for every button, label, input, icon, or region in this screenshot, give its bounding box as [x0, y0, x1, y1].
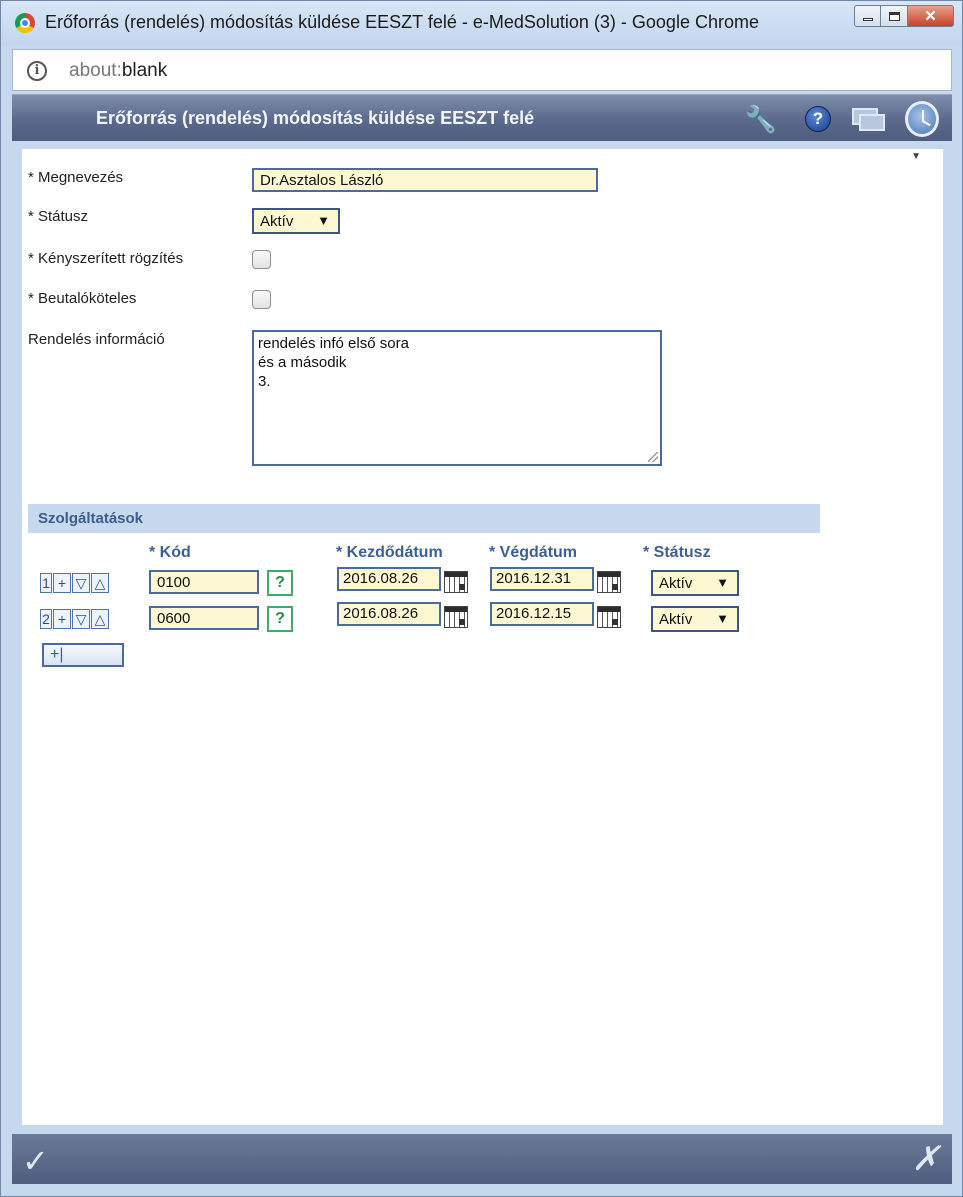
row-status-select[interactable]: Aktív ▼	[651, 606, 739, 632]
info-textarea[interactable]: rendelés infó első sora és a második 3.	[252, 330, 662, 466]
add-row-icon[interactable]: +	[53, 609, 71, 629]
code-column-header: * Kód	[149, 544, 191, 561]
maximize-button[interactable]	[881, 5, 908, 27]
dialog-title: Erőforrás (rendelés) módosítás küldése E…	[96, 108, 535, 128]
collapse-arrow-icon[interactable]: ▼	[911, 151, 921, 162]
code-help-button[interactable]: ?	[267, 570, 293, 596]
window-title: Erőforrás (rendelés) módosítás küldése E…	[45, 12, 759, 32]
row-number: 1	[40, 573, 52, 593]
add-service-button[interactable]: +|	[42, 643, 124, 667]
move-down-icon[interactable]: ▽	[72, 573, 90, 593]
title-bar: Erőforrás (rendelés) módosítás küldése E…	[1, 1, 962, 45]
start-date-input[interactable]: 2016.08.26	[337, 567, 441, 591]
url-path: blank	[121, 60, 168, 81]
dropdown-caret-icon: ▼	[716, 611, 729, 626]
referral-checkbox[interactable]	[252, 290, 271, 309]
dialog-footer: ✓ ✗	[12, 1134, 952, 1184]
info-line: rendelés infó első sora	[258, 335, 409, 352]
windows-icon[interactable]	[850, 103, 885, 135]
window-controls: ✕	[854, 5, 954, 27]
row-status-select[interactable]: Aktív ▼	[651, 570, 739, 596]
url-text[interactable]: about:blank	[69, 60, 167, 82]
forced-entry-label: * Kényszerített rögzítés	[28, 250, 184, 267]
end-date-input[interactable]: 2016.12.15	[490, 602, 594, 626]
info-line: 3.	[258, 373, 271, 390]
status-select[interactable]: Aktív ▼	[252, 208, 340, 234]
info-icon[interactable]: i	[27, 61, 47, 81]
address-bar[interactable]: i about:blank	[12, 49, 952, 91]
table-row-controls: 2 + ▽ △	[40, 609, 110, 629]
minimize-icon	[862, 17, 873, 21]
referral-label: * Beutalóköteles	[28, 290, 137, 307]
dropdown-caret-icon: ▼	[716, 575, 729, 590]
wrench-icon[interactable]: 🔧	[744, 103, 778, 135]
end-date-input[interactable]: 2016.12.31	[490, 567, 594, 591]
help-icon: ?	[805, 106, 831, 132]
status-label: * Státusz	[28, 208, 89, 225]
minimize-button[interactable]	[854, 5, 881, 27]
calendar-icon[interactable]	[597, 606, 621, 628]
row-number: 2	[40, 609, 52, 629]
code-input[interactable]: 0600	[149, 606, 259, 630]
code-help-button[interactable]: ?	[267, 606, 293, 632]
start-date-input[interactable]: 2016.08.26	[337, 602, 441, 626]
start-date-column-header: * Kezdődátum	[336, 544, 443, 561]
ok-check-icon[interactable]: ✓	[22, 1142, 49, 1180]
info-label: Rendelés információ	[28, 331, 165, 348]
calendar-icon[interactable]	[597, 571, 621, 593]
move-up-icon[interactable]: △	[91, 573, 109, 593]
table-row-controls: 1 + ▽ △	[40, 573, 110, 593]
app-header: Erőforrás (rendelés) módosítás küldése E…	[12, 94, 952, 141]
name-label: * Megnevezés	[28, 169, 124, 186]
dropdown-caret-icon: ▼	[317, 213, 330, 228]
status-select-value: Aktív	[260, 213, 294, 230]
clock-icon[interactable]	[905, 101, 939, 137]
url-scheme: about:	[69, 60, 122, 81]
help-button[interactable]: ?	[801, 103, 835, 135]
cancel-x-icon[interactable]: ✗	[912, 1139, 941, 1179]
status-column-header: * Státusz	[643, 544, 711, 561]
code-input[interactable]: 0100	[149, 570, 259, 594]
calendar-icon[interactable]	[444, 571, 468, 593]
calendar-icon[interactable]	[444, 606, 468, 628]
form-content: ▼ * Megnevezés Dr.Asztalos László * Stát…	[22, 149, 943, 1125]
move-down-icon[interactable]: ▽	[72, 609, 90, 629]
browser-window: Erőforrás (rendelés) módosítás küldése E…	[0, 0, 963, 1197]
row-status-value: Aktív	[659, 575, 693, 592]
services-section-header: Szolgáltatások	[28, 504, 820, 533]
chrome-logo-icon	[15, 13, 35, 33]
row-status-value: Aktív	[659, 611, 693, 628]
maximize-icon	[888, 11, 900, 21]
move-up-icon[interactable]: △	[91, 609, 109, 629]
close-window-button[interactable]: ✕	[908, 5, 954, 27]
end-date-column-header: * Végdátum	[489, 544, 578, 561]
info-line: és a második	[258, 354, 347, 371]
add-row-icon[interactable]: +	[53, 573, 71, 593]
resize-grip-icon[interactable]	[648, 452, 658, 462]
name-input[interactable]: Dr.Asztalos László	[252, 168, 598, 192]
forced-entry-checkbox[interactable]	[252, 250, 271, 269]
